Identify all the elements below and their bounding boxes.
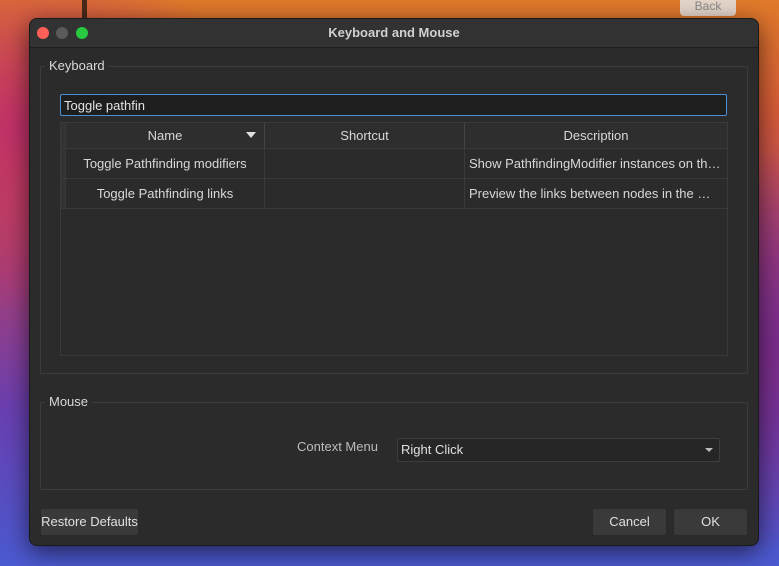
context-menu-label: Context Menu	[297, 439, 378, 454]
row-description-cell: Show PathfindingModifier instances on th…	[469, 156, 727, 171]
ok-button[interactable]: OK	[673, 508, 748, 536]
column-header-shortcut[interactable]: Shortcut	[265, 123, 465, 148]
column-header-name[interactable]: Name	[66, 123, 265, 148]
chevron-down-icon	[705, 448, 713, 452]
restore-defaults-button[interactable]: Restore Defaults	[40, 508, 139, 536]
row-name-cell: Toggle Pathfinding links	[66, 179, 265, 208]
row-shortcut-cell[interactable]	[265, 179, 465, 208]
keyboard-mouse-dialog: Keyboard and Mouse Keyboard Name Shortcu…	[29, 18, 759, 546]
shortcut-search-input[interactable]	[60, 94, 727, 116]
row-shortcut-cell[interactable]	[265, 149, 465, 178]
titlebar: Keyboard and Mouse	[30, 19, 758, 48]
window-title: Keyboard and Mouse	[328, 25, 460, 40]
sort-descending-icon	[246, 132, 256, 138]
cancel-button[interactable]: Cancel	[592, 508, 667, 536]
table-row[interactable]: Toggle Pathfinding links Preview the lin…	[61, 179, 727, 209]
background-back-button[interactable]: Back	[680, 0, 736, 16]
column-header-name-label: Name	[147, 128, 183, 143]
column-header-description[interactable]: Description	[465, 123, 727, 148]
shortcuts-table: Name Shortcut Description Toggle Pathfin…	[60, 122, 728, 356]
row-description-cell: Preview the links between nodes in the …	[469, 186, 711, 201]
context-menu-select[interactable]: Right Click	[397, 438, 720, 462]
context-menu-value: Right Click	[401, 442, 464, 457]
table-header: Name Shortcut Description	[61, 123, 727, 149]
background-pole	[82, 0, 87, 18]
mouse-group-label: Mouse	[45, 394, 93, 409]
keyboard-group-label: Keyboard	[45, 58, 109, 73]
table-row[interactable]: Toggle Pathfinding modifiers Show Pathfi…	[61, 149, 727, 179]
row-name-cell: Toggle Pathfinding modifiers	[66, 149, 265, 178]
